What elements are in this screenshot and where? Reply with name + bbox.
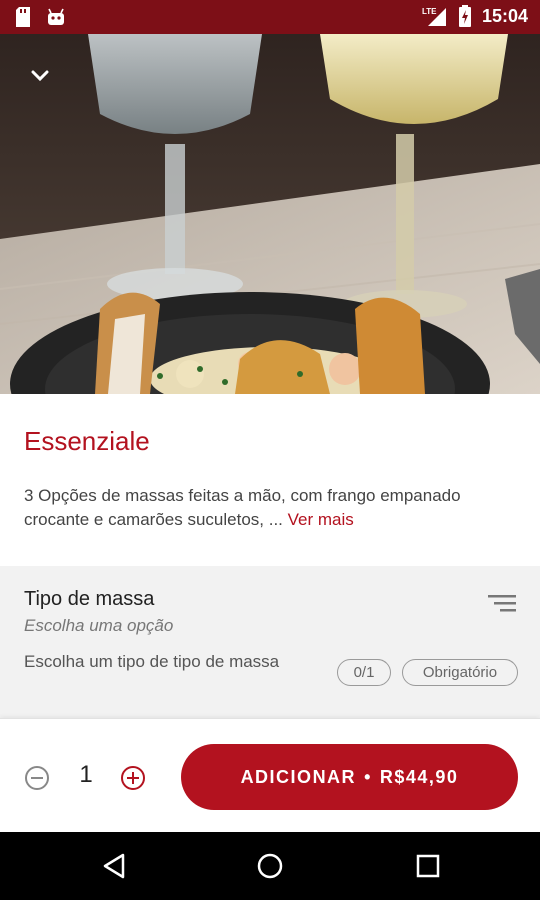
home-circle-icon — [257, 853, 283, 879]
back-button[interactable] — [98, 850, 130, 882]
android-icon — [48, 8, 64, 25]
signal-icon: LTE — [422, 7, 446, 26]
option-group: Tipo de massa Escolha uma opção Escolha … — [0, 566, 540, 718]
selection-count-badge: 0/1 — [337, 659, 391, 686]
back-triangle-icon — [103, 853, 125, 879]
sd-card-icon — [16, 7, 30, 27]
chevron-down-icon — [31, 70, 49, 82]
minus-circle-icon — [25, 766, 49, 790]
decrease-quantity-button[interactable] — [24, 765, 50, 791]
product-image — [0, 34, 540, 394]
order-bar: 1 ADICIONAR • R$44,90 — [0, 718, 540, 832]
add-button-separator: • — [364, 766, 372, 787]
status-bar: LTE 15:04 — [0, 0, 540, 34]
add-to-cart-button[interactable]: ADICIONAR • R$44,90 — [181, 744, 518, 810]
clock: 15:04 — [481, 5, 528, 26]
recents-button[interactable] — [412, 850, 444, 882]
home-button[interactable] — [254, 850, 286, 882]
food-photo-icon — [0, 34, 540, 394]
svg-text:LTE: LTE — [422, 7, 437, 16]
option-group-description: Escolha um tipo de tipo de massa — [24, 652, 280, 671]
system-indicators: LTE 15:04 — [422, 5, 528, 27]
add-button-label: ADICIONAR — [240, 766, 357, 787]
notification-icons — [14, 6, 66, 28]
option-group-title: Tipo de massa — [24, 588, 155, 610]
required-badge: Obrigatório — [402, 659, 518, 686]
add-button-price: R$44,90 — [379, 766, 459, 787]
product-description: 3 Opções de massas feitas a mão, com fra… — [24, 484, 524, 532]
navigation-bar — [0, 832, 540, 900]
battery-icon — [458, 5, 471, 27]
plus-circle-icon — [121, 766, 145, 790]
product-title: Essenziale — [24, 426, 150, 456]
product-description-text: 3 Opções de massas feitas a mão, com fra… — [24, 486, 461, 529]
option-group-subtitle: Escolha uma opção — [24, 616, 174, 635]
see-more-link[interactable]: Ver mais — [288, 510, 354, 529]
filter-icon — [488, 595, 516, 612]
recents-square-icon — [416, 854, 440, 878]
collapse-button[interactable] — [22, 58, 58, 94]
increase-quantity-button[interactable] — [120, 765, 146, 791]
quantity-value: 1 — [79, 761, 93, 788]
filter-button[interactable] — [488, 592, 518, 616]
